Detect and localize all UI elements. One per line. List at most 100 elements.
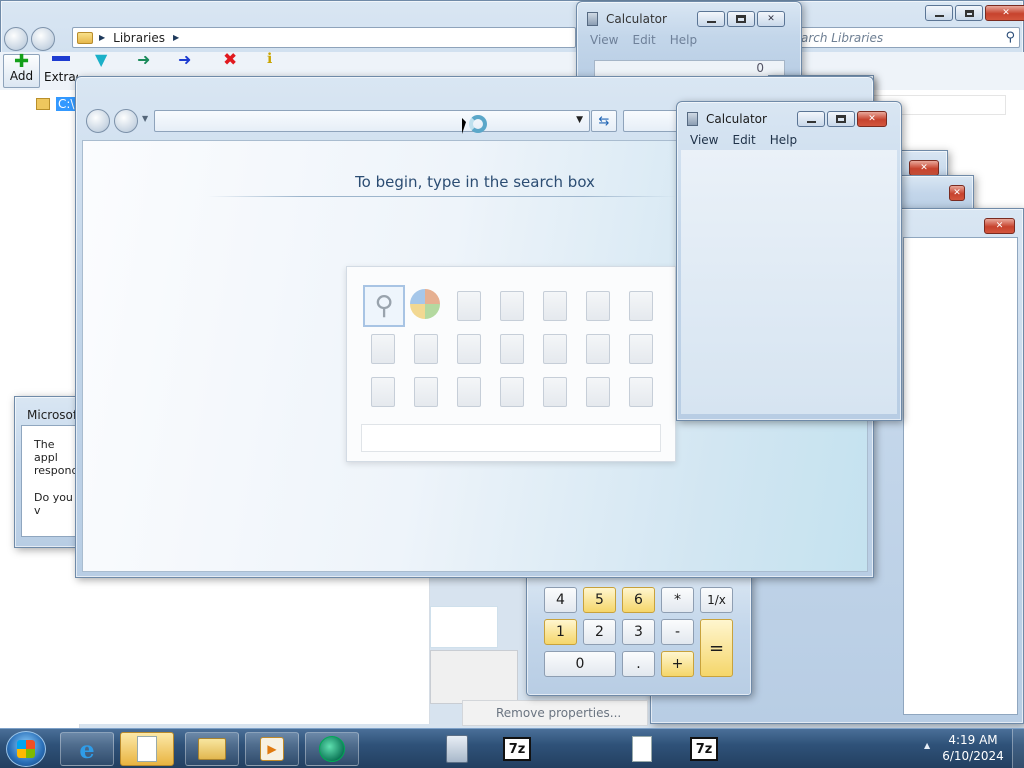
calc-front-maximize-button[interactable] bbox=[827, 111, 855, 127]
start-button[interactable] bbox=[6, 731, 46, 767]
calculator-icon[interactable] bbox=[586, 377, 610, 407]
explorer-back-button[interactable] bbox=[4, 27, 28, 51]
taskbar-remote-app[interactable] bbox=[305, 732, 359, 766]
calc-key-2[interactable]: 2 bbox=[583, 619, 616, 645]
calculator-icon[interactable] bbox=[500, 291, 524, 321]
explorer-forward-button[interactable] bbox=[31, 27, 55, 51]
calc-key-0[interactable]: 0 bbox=[544, 651, 616, 677]
delete-icon[interactable]: ✖ bbox=[223, 50, 237, 70]
calculator-icon[interactable] bbox=[457, 334, 481, 364]
refresh-button[interactable]: ⇆ bbox=[591, 110, 617, 132]
calculator-icon[interactable] bbox=[414, 334, 438, 364]
close-button[interactable]: ✕ bbox=[949, 185, 965, 201]
explorer-minimize-button[interactable] bbox=[925, 5, 953, 21]
show-hidden-icons-icon[interactable]: ▲ bbox=[924, 741, 930, 750]
busy-cursor-icon bbox=[462, 114, 488, 138]
breadcrumb-arrow-icon: ▶ bbox=[172, 33, 180, 42]
taskbar-media-player[interactable]: ▶ bbox=[245, 732, 299, 766]
calculator-icon[interactable] bbox=[500, 334, 524, 364]
taskbar-7zip-2[interactable]: 7z bbox=[677, 732, 731, 766]
internet-explorer-icon: e bbox=[79, 734, 95, 764]
move-icon[interactable]: ➜ bbox=[178, 50, 191, 69]
calc-key-add[interactable]: + bbox=[661, 651, 694, 677]
breadcrumb-libraries[interactable]: Libraries bbox=[113, 31, 165, 45]
menu-edit[interactable]: Edit bbox=[732, 133, 755, 147]
explorer-caption-buttons: ✕ bbox=[925, 5, 1024, 21]
app-icon bbox=[319, 736, 345, 762]
calculator-icon bbox=[446, 735, 468, 763]
calculator-icon[interactable] bbox=[629, 334, 653, 364]
test-icon[interactable]: ▼ bbox=[95, 50, 107, 69]
bottom-left-input[interactable] bbox=[430, 606, 498, 648]
media-player-icon: ▶ bbox=[260, 737, 284, 761]
search-window-back-button[interactable] bbox=[86, 109, 110, 133]
recent-pages-icon[interactable]: ▼ bbox=[142, 114, 148, 123]
calculator-icon[interactable] bbox=[543, 334, 567, 364]
calculator-icon[interactable] bbox=[543, 291, 567, 321]
calc-key-6[interactable]: 6 bbox=[622, 587, 655, 613]
explorer-restore-button[interactable] bbox=[955, 5, 983, 21]
calc-key-subtract[interactable]: - bbox=[661, 619, 694, 645]
calc-key-1[interactable]: 1 bbox=[544, 619, 577, 645]
taskbar-explorer[interactable] bbox=[185, 732, 239, 766]
calc-key-decimal[interactable]: . bbox=[622, 651, 655, 677]
search-window-forward-button[interactable] bbox=[114, 109, 138, 133]
calculator-icon[interactable] bbox=[371, 334, 395, 364]
calc-key-reciprocal[interactable]: 1/x bbox=[700, 587, 733, 613]
calc-back-minimize-button[interactable] bbox=[697, 11, 725, 27]
calc-key-equals[interactable]: = bbox=[700, 619, 733, 677]
calculator-icon[interactable] bbox=[371, 377, 395, 407]
calculator-icon[interactable] bbox=[457, 291, 481, 321]
taskbar-document[interactable] bbox=[615, 732, 669, 766]
calculator-icon[interactable] bbox=[629, 291, 653, 321]
address-dropdown-icon[interactable]: ▼ bbox=[576, 115, 583, 125]
extract-button[interactable]: Extrac bbox=[44, 54, 78, 88]
calc-back-maximize-button[interactable] bbox=[727, 11, 755, 27]
tree-item-label: C:\ bbox=[56, 97, 77, 111]
calc-key-4[interactable]: 4 bbox=[544, 587, 577, 613]
calculator-icon[interactable] bbox=[629, 377, 653, 407]
search-window-address-bar[interactable]: ▼ bbox=[154, 110, 590, 132]
calc-key-3[interactable]: 3 bbox=[622, 619, 655, 645]
search-hint-divider bbox=[207, 196, 677, 197]
info-icon[interactable]: ℹ bbox=[267, 51, 272, 67]
taskbar-calculator[interactable] bbox=[430, 732, 484, 766]
explorer-search-box[interactable]: arch Libraries ⚲ bbox=[792, 27, 1020, 48]
tree-item-drive[interactable]: C:\ bbox=[36, 97, 77, 111]
calculator-icon[interactable] bbox=[500, 377, 524, 407]
taskbar: e ▶ 7z 7z ▲ 4:19 AM 6/10/2024 bbox=[0, 728, 1024, 768]
calc-key-5[interactable]: 5 bbox=[583, 587, 616, 613]
calculator-icon[interactable] bbox=[414, 377, 438, 407]
calc-key-multiply[interactable]: * bbox=[661, 587, 694, 613]
calculator-icon[interactable] bbox=[586, 334, 610, 364]
taskbar-7zip-1[interactable]: 7z bbox=[490, 732, 544, 766]
error-dialog-line-2: respond bbox=[34, 464, 79, 477]
menu-view[interactable]: View bbox=[590, 33, 618, 47]
add-button[interactable]: ✚ Add bbox=[3, 53, 40, 88]
calc-front-close-button[interactable]: ✕ bbox=[857, 111, 887, 127]
explorer-close-button[interactable]: ✕ bbox=[985, 5, 1024, 21]
taskbar-notepad[interactable] bbox=[120, 732, 174, 766]
calc-front-minimize-button[interactable] bbox=[797, 111, 825, 127]
icon-grid-text-field[interactable] bbox=[361, 424, 661, 452]
copy-icon[interactable]: ➜ bbox=[137, 50, 150, 69]
bottom-left-panel bbox=[0, 576, 430, 724]
calculator-icon[interactable] bbox=[543, 377, 567, 407]
taskbar-internet-explorer[interactable]: e bbox=[60, 732, 114, 766]
show-desktop-button[interactable] bbox=[1012, 729, 1024, 768]
calculator-icon[interactable] bbox=[457, 377, 481, 407]
menu-help[interactable]: Help bbox=[770, 133, 797, 147]
explorer-address-bar[interactable]: ▶ Libraries ▶ bbox=[72, 27, 576, 48]
menu-edit[interactable]: Edit bbox=[632, 33, 655, 47]
calculator-front-window: Calculator ✕ View Edit Help bbox=[676, 101, 902, 421]
menu-view[interactable]: View bbox=[690, 133, 718, 147]
calculator-icon[interactable] bbox=[586, 291, 610, 321]
calc-back-close-button[interactable]: ✕ bbox=[757, 11, 785, 27]
bottom-gray-panel bbox=[430, 650, 518, 704]
remove-properties-link[interactable]: Remove properties... bbox=[462, 700, 648, 726]
system-clock[interactable]: 4:19 AM 6/10/2024 bbox=[940, 732, 1006, 764]
menu-help[interactable]: Help bbox=[670, 33, 697, 47]
close-button[interactable]: ✕ bbox=[984, 218, 1015, 234]
close-button[interactable]: ✕ bbox=[909, 160, 939, 176]
search-window-search-box[interactable] bbox=[623, 110, 683, 132]
